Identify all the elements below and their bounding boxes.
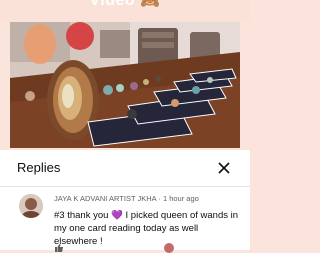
meta-separator: ·: [158, 194, 161, 203]
video-player[interactable]: [10, 22, 240, 148]
avatar-image: [19, 194, 43, 218]
replies-header: Replies: [0, 150, 250, 187]
replies-title: Replies: [17, 160, 61, 175]
replies-panel: Replies JAYA K ADVANI ARTIST JKHA · 1 ho…: [0, 150, 250, 253]
comment-time: 1 hour ago: [162, 194, 199, 203]
comment-author[interactable]: JAYA K ADVANI ARTIST JKHA: [54, 194, 156, 203]
close-button[interactable]: [214, 158, 234, 178]
video-frame: [10, 22, 240, 148]
purple-heart-emoji: 💜: [111, 210, 123, 221]
video-title-fragment: Video 🙈: [89, 0, 161, 9]
close-icon: [218, 162, 230, 174]
video-title-strip: Video 🙈: [0, 0, 250, 22]
reply-comment: JAYA K ADVANI ARTIST JKHA · 1 hour ago #…: [0, 187, 250, 253]
creator-heart-avatar: [164, 243, 174, 253]
thumbs-up-icon[interactable]: [54, 243, 64, 253]
avatar[interactable]: [19, 194, 43, 218]
comment-text-start: #3 thank you: [54, 210, 112, 221]
comment-meta: JAYA K ADVANI ARTIST JKHA · 1 hour ago: [54, 194, 199, 203]
comment-actions: [54, 243, 234, 253]
